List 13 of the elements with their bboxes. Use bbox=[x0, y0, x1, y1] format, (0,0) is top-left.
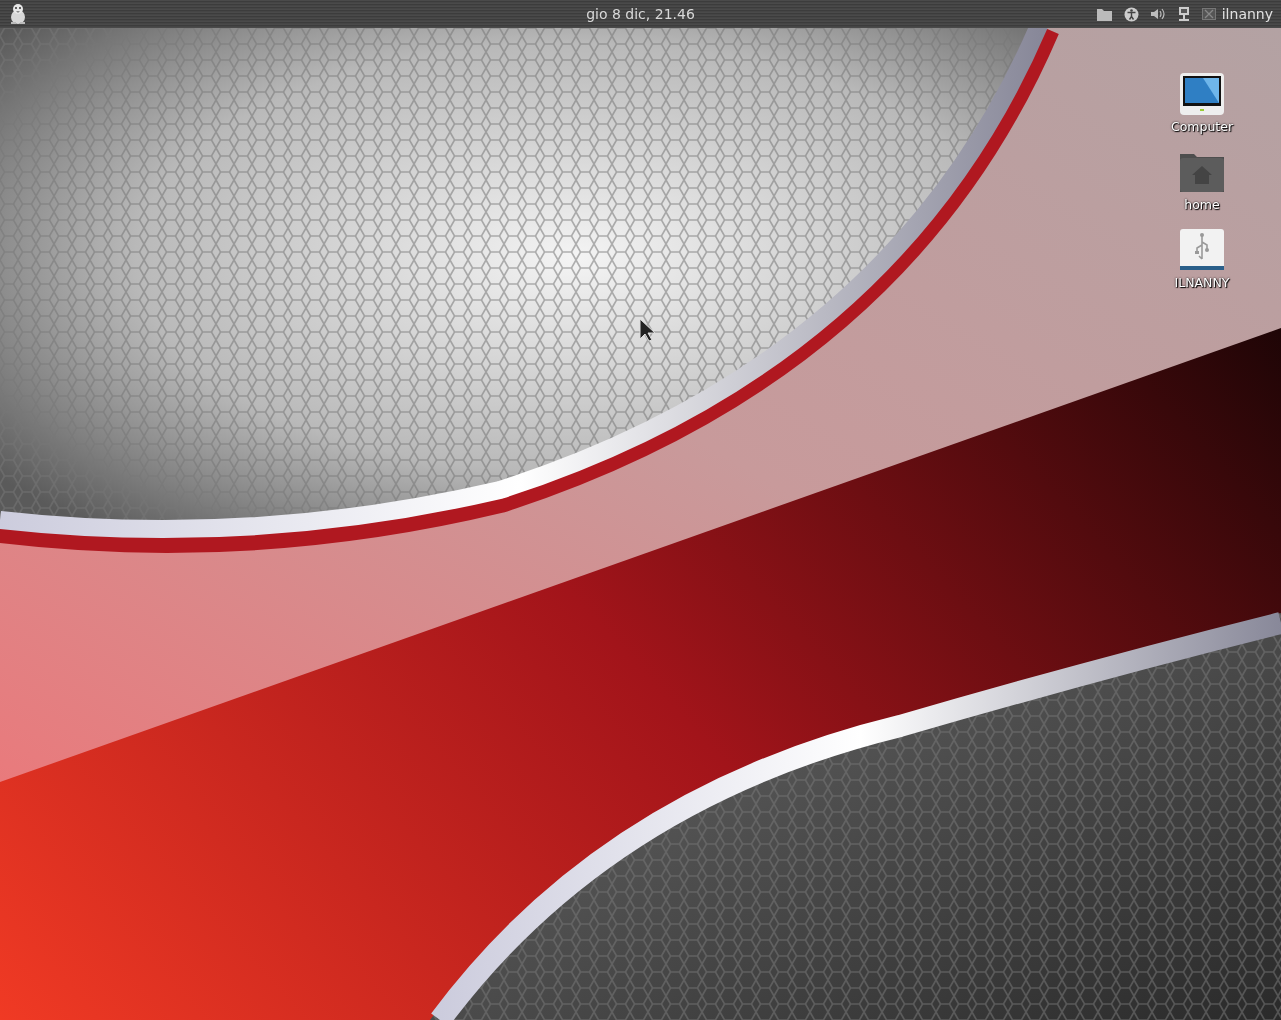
folder-icon[interactable] bbox=[1096, 7, 1112, 21]
accessibility-icon[interactable] bbox=[1123, 6, 1139, 22]
usb-drive-icon bbox=[1179, 228, 1225, 272]
clock[interactable]: gio 8 dic, 21.46 bbox=[586, 6, 695, 22]
desktop-icon-label[interactable]: Computer bbox=[1170, 119, 1234, 134]
desktop-icon-label[interactable]: ILNANNY bbox=[1174, 275, 1230, 290]
user-name[interactable]: ilnanny bbox=[1221, 6, 1273, 22]
network-icon[interactable] bbox=[1177, 6, 1190, 22]
monitor-icon bbox=[1179, 72, 1225, 116]
mouse-cursor-icon bbox=[639, 318, 658, 342]
volume-icon[interactable] bbox=[1150, 8, 1166, 20]
close-icon[interactable] bbox=[1201, 8, 1216, 20]
desktop-icon-label[interactable]: home bbox=[1184, 197, 1220, 212]
